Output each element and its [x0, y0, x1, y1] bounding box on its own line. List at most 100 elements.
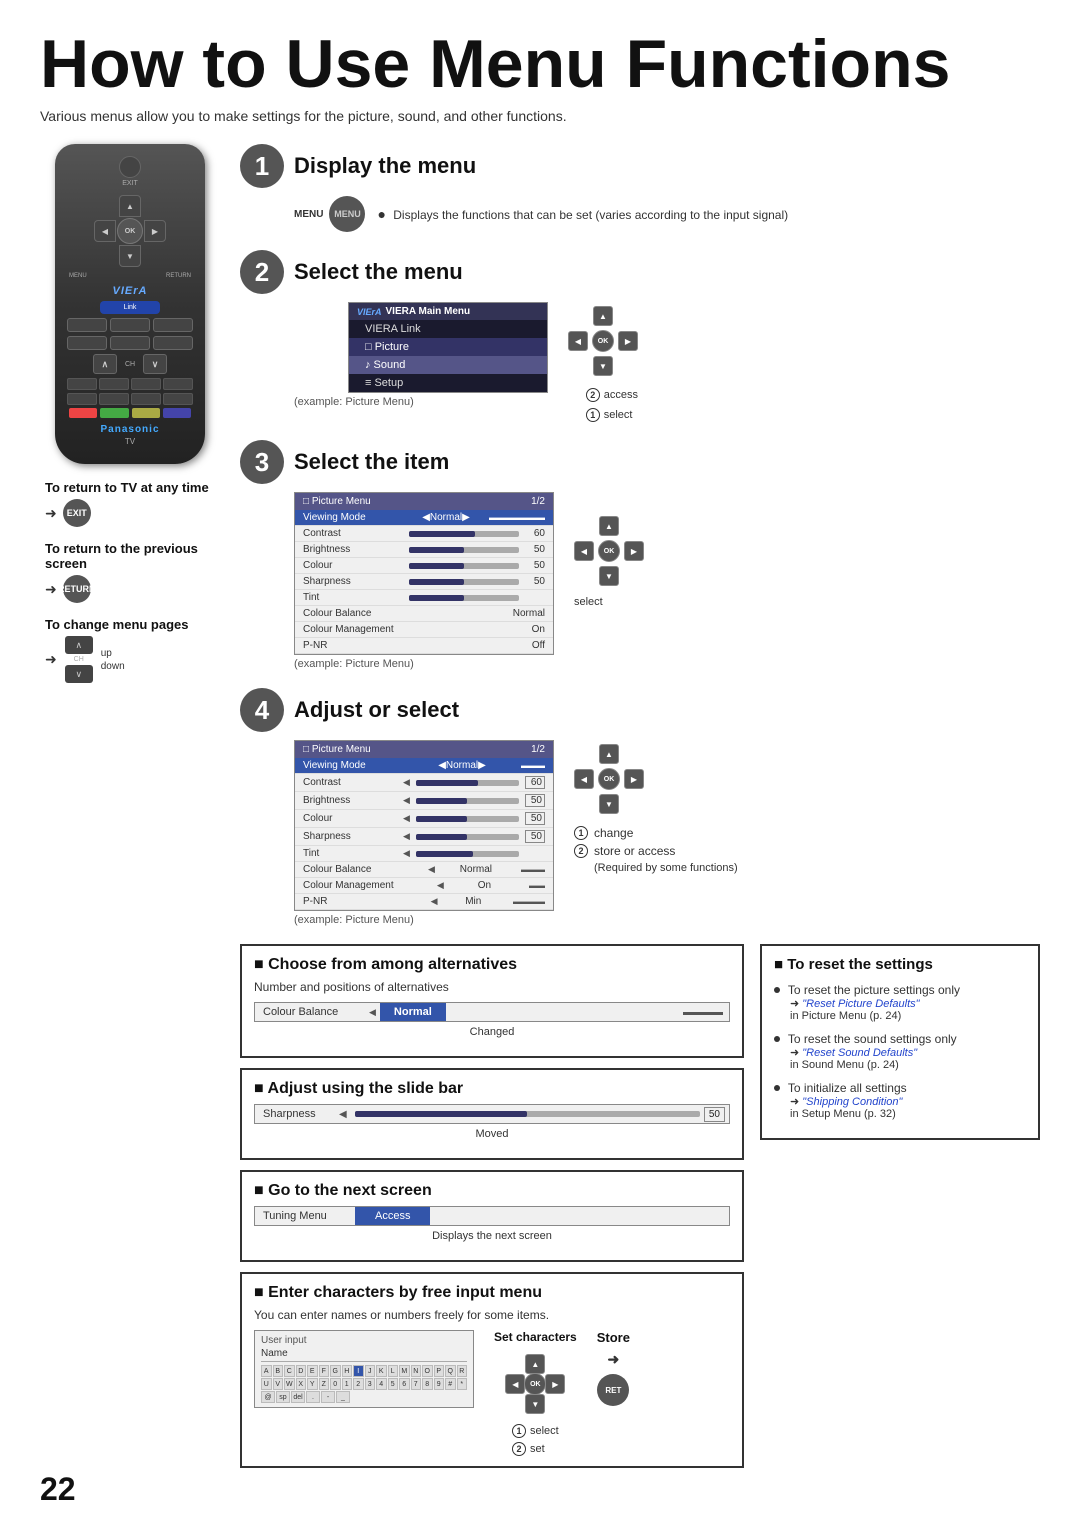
- yellow-btn[interactable]: [132, 408, 160, 418]
- ok-center[interactable]: OK: [592, 330, 614, 352]
- char-6[interactable]: 6: [399, 1378, 410, 1390]
- colour-row[interactable]: Colour 50: [295, 558, 553, 574]
- char-at[interactable]: @: [261, 1391, 275, 1403]
- char-2[interactable]: 2: [353, 1378, 364, 1390]
- ok3-left[interactable]: ◀: [574, 541, 594, 561]
- char-7[interactable]: 7: [411, 1378, 422, 1390]
- ok3-right[interactable]: ▶: [624, 541, 644, 561]
- ok-enter-up[interactable]: ▲: [525, 1354, 545, 1374]
- ok-enter-right[interactable]: ▶: [545, 1374, 565, 1394]
- contrast-row-4[interactable]: Contrast ◀ 60: [295, 774, 553, 792]
- ok-down[interactable]: ▼: [593, 356, 613, 376]
- char-E[interactable]: E: [307, 1365, 318, 1377]
- ok4-left[interactable]: ◀: [574, 769, 594, 789]
- viera-link-btn[interactable]: Link: [100, 301, 160, 314]
- viewing-mode-row-4[interactable]: Viewing Mode ◀Normal▶ ▬▬▬: [295, 758, 553, 774]
- brightness-row[interactable]: Brightness 50: [295, 542, 553, 558]
- rect-btn3[interactable]: [131, 378, 161, 390]
- char-dash[interactable]: -: [321, 1391, 335, 1403]
- char-D[interactable]: D: [296, 1365, 307, 1377]
- nav-left[interactable]: ◀: [94, 220, 116, 242]
- page-down-btn[interactable]: ∨: [65, 665, 93, 683]
- btn2[interactable]: [110, 318, 150, 332]
- char-4[interactable]: 4: [376, 1378, 387, 1390]
- menu-picture[interactable]: □ Picture: [349, 338, 547, 356]
- ch-up[interactable]: ∧: [93, 354, 117, 374]
- char-G[interactable]: G: [330, 1365, 341, 1377]
- char-hash[interactable]: #: [445, 1378, 456, 1390]
- tint-row[interactable]: Tint: [295, 590, 553, 606]
- ok-enter-center[interactable]: OK: [524, 1373, 546, 1395]
- char-3[interactable]: 3: [365, 1378, 376, 1390]
- rect-btn8[interactable]: [163, 393, 193, 405]
- sharpness-row-4[interactable]: Sharpness ◀ 50: [295, 828, 553, 846]
- char-del[interactable]: del: [291, 1391, 305, 1403]
- char-0[interactable]: 0: [330, 1378, 341, 1390]
- char-under[interactable]: _: [336, 1391, 350, 1403]
- colour-management-row-4[interactable]: Colour Management ◀ On ▬▬: [295, 878, 553, 894]
- rect-btn1[interactable]: [67, 378, 97, 390]
- ok-up[interactable]: ▲: [593, 306, 613, 326]
- char-O[interactable]: O: [422, 1365, 433, 1377]
- char-Q[interactable]: Q: [445, 1365, 456, 1377]
- char-I[interactable]: I: [353, 1365, 364, 1377]
- menu-button[interactable]: MENU: [329, 196, 365, 232]
- rect-btn5[interactable]: [67, 393, 97, 405]
- ok4-center[interactable]: OK: [598, 768, 620, 790]
- return-store-btn[interactable]: RET: [597, 1374, 629, 1406]
- menu-sound[interactable]: ♪ Sound: [349, 356, 547, 374]
- btn3[interactable]: [153, 318, 193, 332]
- char-X[interactable]: X: [296, 1378, 307, 1390]
- access-btn[interactable]: Access: [355, 1207, 430, 1225]
- nav-right[interactable]: ▶: [144, 220, 166, 242]
- char-dot[interactable]: .: [306, 1391, 320, 1403]
- blue-btn[interactable]: [163, 408, 191, 418]
- nav-down[interactable]: ▼: [119, 245, 141, 267]
- ok-right[interactable]: ▶: [618, 331, 638, 351]
- red-btn[interactable]: [69, 408, 97, 418]
- colour-row-4[interactable]: Colour ◀ 50: [295, 810, 553, 828]
- char-W[interactable]: W: [284, 1378, 295, 1390]
- char-N[interactable]: N: [411, 1365, 422, 1377]
- brightness-row-4[interactable]: Brightness ◀ 50: [295, 792, 553, 810]
- colour-balance-row-ex[interactable]: Colour Balance ◀ Normal ▬▬▬▬: [254, 1002, 730, 1022]
- colour-balance-row-4[interactable]: Colour Balance ◀ Normal ▬▬▬: [295, 862, 553, 878]
- char-V[interactable]: V: [273, 1378, 284, 1390]
- ok4-right[interactable]: ▶: [624, 769, 644, 789]
- rect-btn7[interactable]: [131, 393, 161, 405]
- char-L[interactable]: L: [388, 1365, 399, 1377]
- char-1[interactable]: 1: [342, 1378, 353, 1390]
- char-Z[interactable]: Z: [319, 1378, 330, 1390]
- char-F[interactable]: F: [319, 1365, 330, 1377]
- menu-viera-link[interactable]: VIERA Link: [349, 320, 547, 338]
- btn5[interactable]: [110, 336, 150, 350]
- contrast-row[interactable]: Contrast 60: [295, 526, 553, 542]
- char-H[interactable]: H: [342, 1365, 353, 1377]
- menu-setup[interactable]: ≡ Setup: [349, 374, 547, 392]
- char-Y[interactable]: Y: [307, 1378, 318, 1390]
- ok-enter-left[interactable]: ◀: [505, 1374, 525, 1394]
- tuning-row[interactable]: Tuning Menu Access: [254, 1206, 730, 1226]
- rect-btn2[interactable]: [99, 378, 129, 390]
- return-icon[interactable]: RETURN: [63, 575, 91, 603]
- user-input-box[interactable]: User input Name A B C D E: [254, 1330, 474, 1408]
- ok-button[interactable]: OK: [117, 218, 143, 244]
- rect-btn4[interactable]: [163, 378, 193, 390]
- char-9[interactable]: 9: [434, 1378, 445, 1390]
- ok4-up[interactable]: ▲: [599, 744, 619, 764]
- tint-row-4[interactable]: Tint ◀: [295, 846, 553, 862]
- sharpness-ex-row[interactable]: Sharpness ◀ 50: [254, 1104, 730, 1124]
- ok4-down[interactable]: ▼: [599, 794, 619, 814]
- green-btn[interactable]: [100, 408, 128, 418]
- exit-button[interactable]: [119, 156, 141, 178]
- ok3-down[interactable]: ▼: [599, 566, 619, 586]
- exit-icon[interactable]: EXIT: [63, 499, 91, 527]
- char-P[interactable]: P: [434, 1365, 445, 1377]
- rect-btn6[interactable]: [99, 393, 129, 405]
- char-A[interactable]: A: [261, 1365, 272, 1377]
- ok3-center[interactable]: OK: [598, 540, 620, 562]
- pnr-row-4[interactable]: P-NR ◀ Min ▬▬▬▬: [295, 894, 553, 910]
- char-J[interactable]: J: [365, 1365, 376, 1377]
- char-5[interactable]: 5: [388, 1378, 399, 1390]
- char-U[interactable]: U: [261, 1378, 272, 1390]
